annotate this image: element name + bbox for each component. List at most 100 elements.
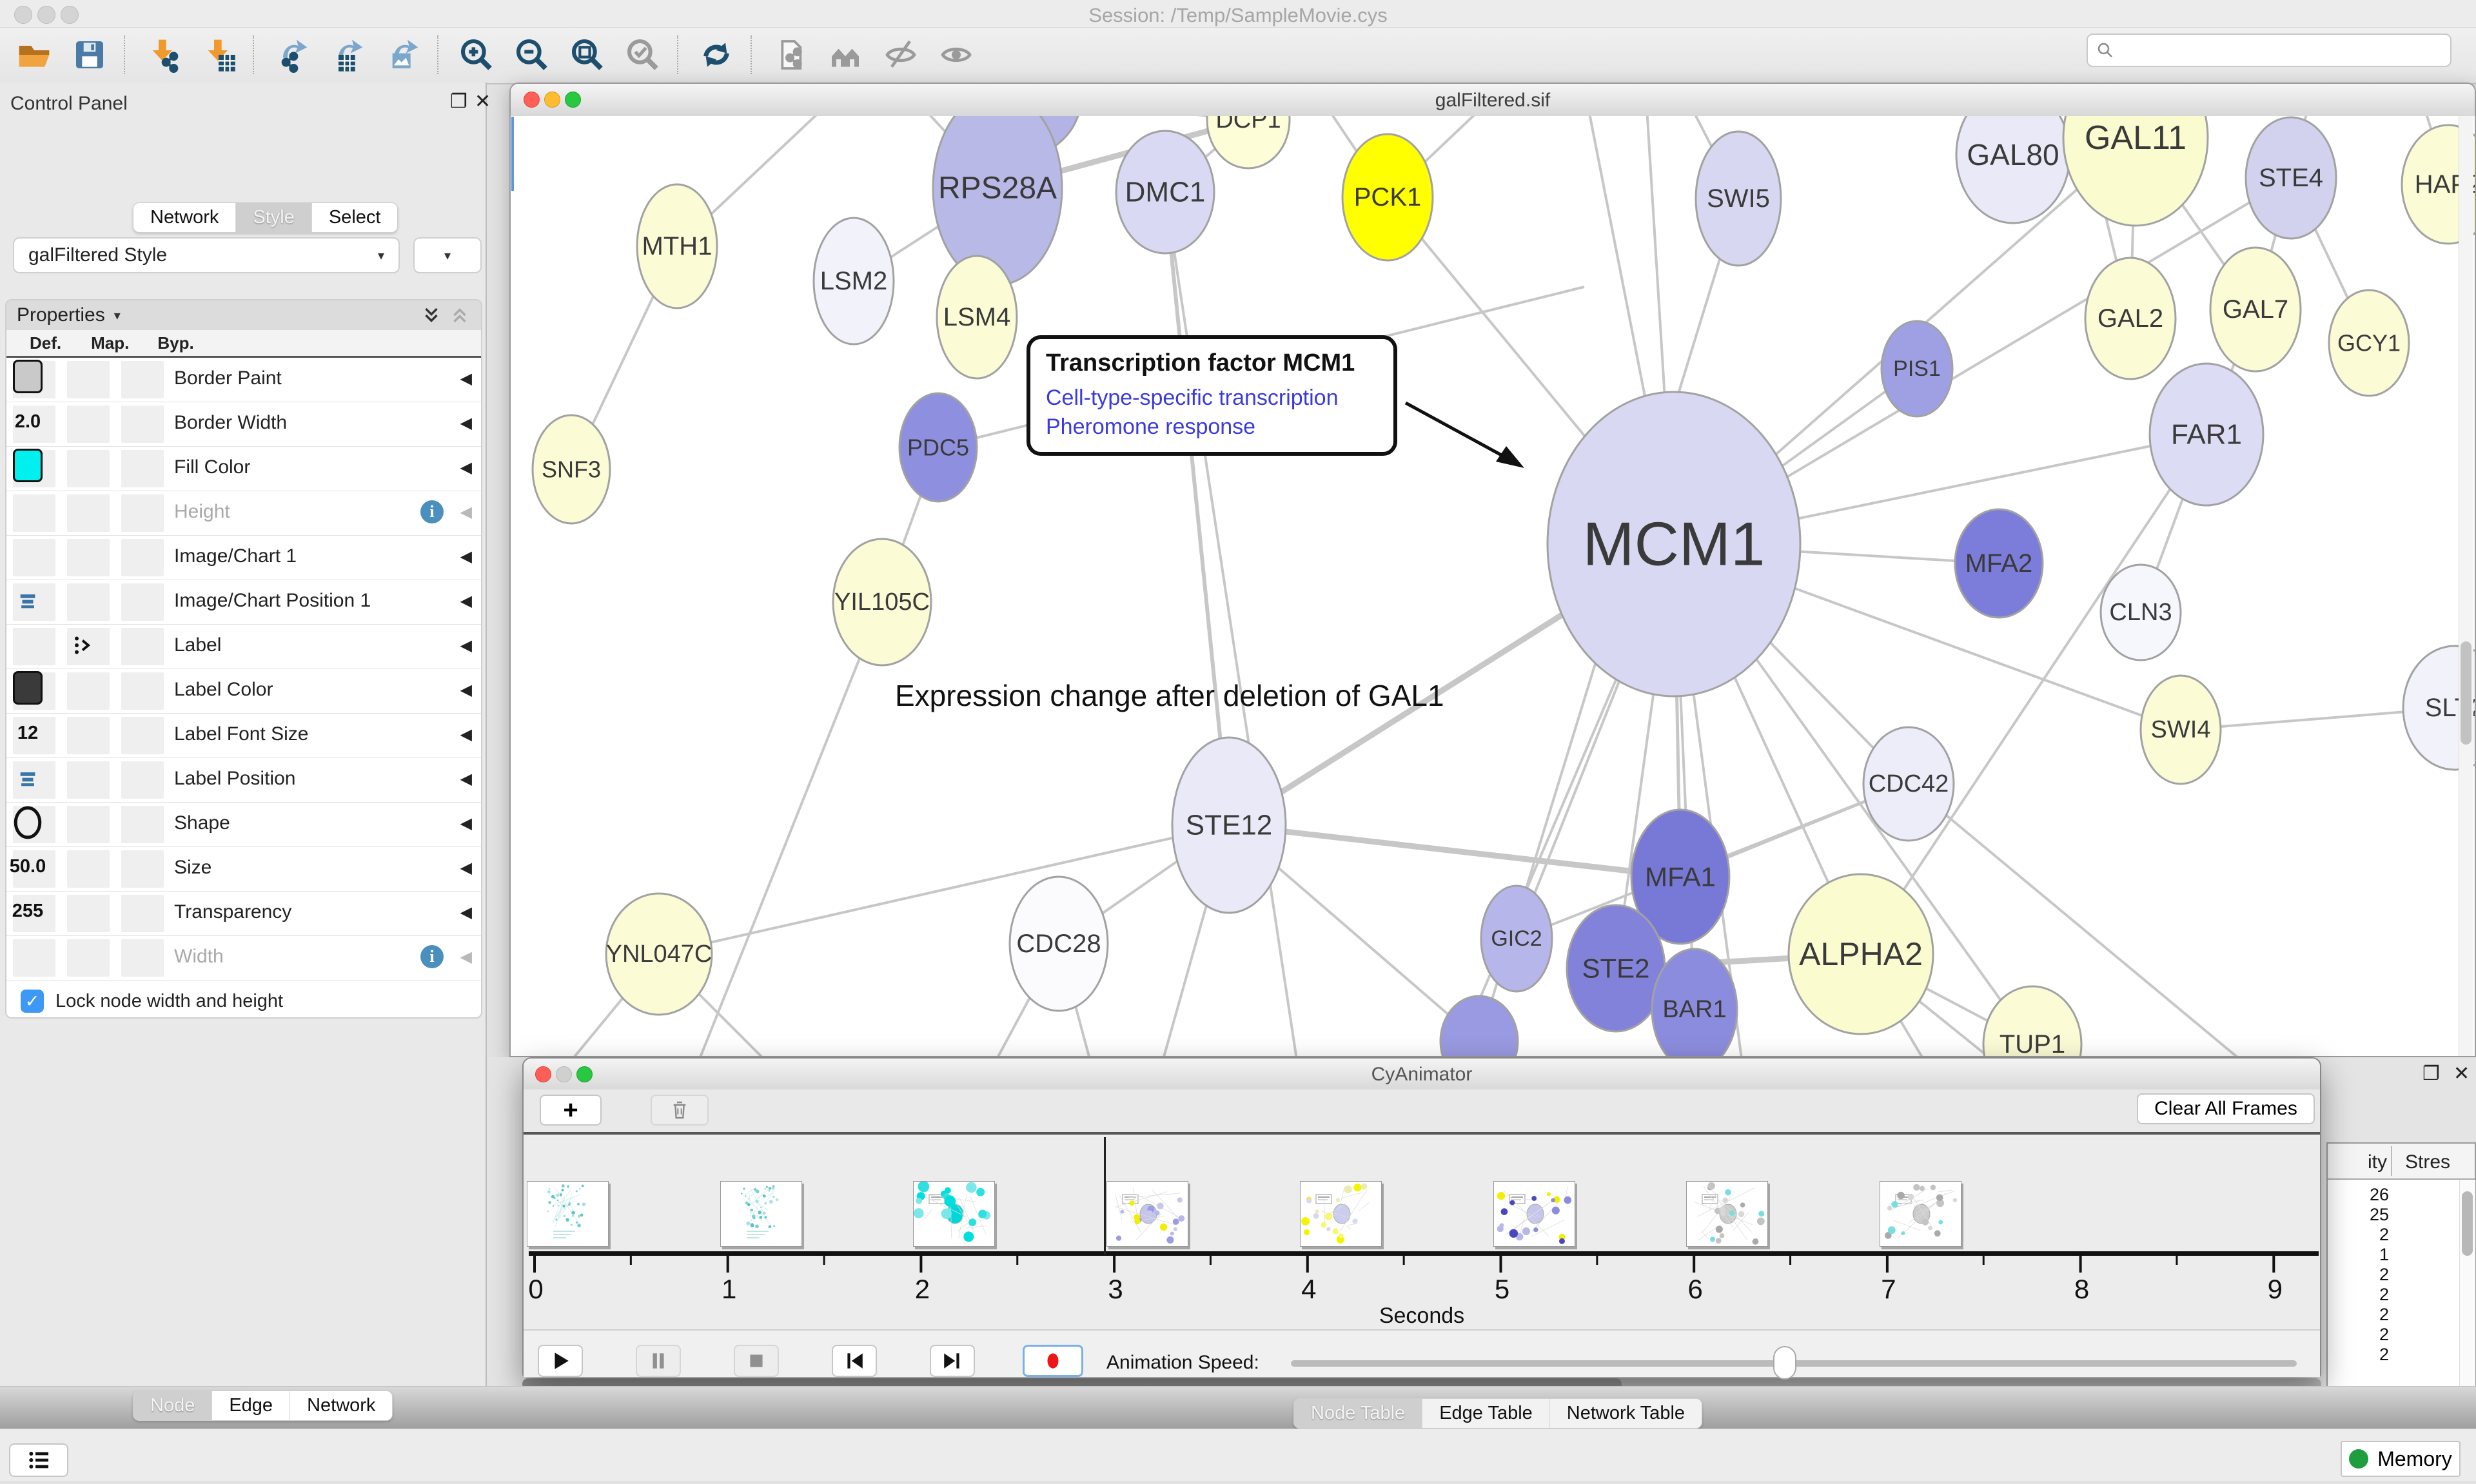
property-row-size[interactable]: 50.0Size◀ [6, 847, 481, 892]
property-row-transparency[interactable]: 255Transparency◀ [6, 892, 481, 936]
bypass-cell[interactable] [121, 761, 164, 799]
tab-network-table[interactable]: Network Table [1549, 1399, 1702, 1428]
mapping-cell[interactable] [67, 361, 110, 398]
record-button[interactable] [1023, 1345, 1083, 1377]
tab-network-panel[interactable]: Network [290, 1391, 392, 1420]
bypass-cell[interactable] [121, 361, 164, 398]
property-row-border-width[interactable]: 2.0Border Width◀ [6, 402, 481, 447]
info-icon[interactable]: i [420, 945, 444, 968]
mapping-cell[interactable] [67, 717, 110, 754]
color-swatch[interactable] [13, 671, 43, 705]
style-options-button[interactable]: ▾ [413, 237, 482, 273]
property-row-width[interactable]: Widthi◀ [6, 936, 481, 981]
network-node-cdc42[interactable]: CDC42 [1863, 727, 1954, 841]
table-cell[interactable]: 2 [2328, 1325, 2389, 1345]
bypass-cell[interactable] [121, 628, 164, 665]
birdseye-view-button[interactable] [820, 34, 870, 75]
show-details-button[interactable] [931, 34, 981, 75]
network-snapshot-button[interactable] [765, 34, 815, 75]
clear-all-frames-button[interactable]: Clear All Frames [2137, 1093, 2315, 1124]
expand-arrow-icon[interactable]: ◀ [460, 369, 472, 388]
cyanimator-titlebar[interactable]: CyAnimator [524, 1059, 2320, 1090]
bypass-cell[interactable] [121, 717, 164, 754]
network-node-gic2[interactable]: GIC2 [1481, 886, 1552, 991]
timeline-frame-7[interactable] [1880, 1181, 1961, 1247]
network-node-mcm1[interactable]: MCM1 [1548, 392, 1800, 696]
timeline-frame-5[interactable] [1493, 1181, 1575, 1247]
timeline-frame-3[interactable] [1106, 1181, 1188, 1247]
expand-arrow-icon[interactable]: ◀ [460, 770, 472, 788]
mapping-cell[interactable] [67, 672, 110, 710]
properties-header[interactable]: Properties ▾ [6, 300, 481, 330]
default-value-cell[interactable] [13, 539, 55, 576]
mapping-cell[interactable] [67, 850, 110, 888]
network-node-ste2[interactable]: STE2 [1567, 905, 1665, 1031]
timeline-ruler[interactable]: 0123456789 [524, 1248, 2323, 1303]
network-vertical-scrollbar[interactable] [2459, 116, 2473, 1056]
style-selector[interactable]: galFiltered Style ▾ [13, 237, 400, 273]
table-cell[interactable]: 2 [2328, 1345, 2389, 1365]
expand-arrow-icon[interactable]: ◀ [460, 636, 472, 655]
network-node-lsm4[interactable]: LSM4 [937, 256, 1017, 378]
expand-arrow-icon[interactable]: ◀ [460, 503, 472, 522]
bypass-cell[interactable] [121, 583, 164, 621]
import-network-button[interactable] [138, 34, 188, 75]
network-node-far1[interactable]: FAR1 [2150, 364, 2263, 505]
mapping-cell[interactable] [67, 539, 110, 576]
bypass-cell[interactable] [121, 895, 164, 932]
expand-arrow-icon[interactable]: ◀ [460, 948, 472, 966]
default-value-cell[interactable] [13, 628, 55, 665]
play-button[interactable] [538, 1345, 583, 1377]
expand-arrow-icon[interactable]: ◀ [460, 859, 472, 877]
network-node-bot1[interactable] [1440, 996, 1518, 1056]
property-row-label-position[interactable]: Label Position◀ [6, 758, 481, 803]
mapping-cell[interactable] [67, 761, 110, 799]
annotation-box[interactable]: Transcription factor MCM1 Cell-type-spec… [1027, 335, 1397, 456]
float-panel-icon[interactable]: ❐ [450, 90, 467, 113]
table-cell[interactable]: 2 [2328, 1285, 2389, 1305]
table-cell[interactable]: 26 [2328, 1185, 2389, 1205]
default-value-cell[interactable] [13, 494, 55, 532]
zoom-fit-button[interactable] [562, 34, 613, 75]
property-row-image-chart-position-1[interactable]: Image/Chart Position 1◀ [6, 580, 481, 625]
expand-arrow-icon[interactable]: ◀ [460, 725, 472, 744]
expand-arrow-icon[interactable]: ◀ [460, 592, 472, 610]
network-node-lsm2[interactable]: LSM2 [814, 218, 894, 344]
bypass-cell[interactable] [121, 672, 164, 710]
mapping-cell[interactable] [67, 494, 110, 532]
network-node-dcp1[interactable]: DCP1 [1207, 116, 1290, 168]
property-row-shape[interactable]: Shape◀ [6, 803, 481, 847]
network-node-yil105c[interactable]: YIL105C [833, 539, 931, 665]
zoom-in-button[interactable] [451, 34, 502, 75]
bypass-cell[interactable] [121, 850, 164, 888]
timeline-frame-0[interactable] [527, 1181, 609, 1247]
mapping-cell[interactable] [67, 583, 110, 621]
stop-button[interactable] [734, 1345, 779, 1377]
network-node-ynl047c[interactable]: YNL047C [606, 893, 712, 1015]
timeline-frame-4[interactable] [1300, 1181, 1382, 1247]
mapping-cell[interactable] [67, 405, 110, 443]
color-swatch[interactable] [13, 360, 43, 393]
network-node-swi4[interactable]: SWI4 [2141, 676, 2221, 784]
export-table-button[interactable] [322, 34, 373, 75]
bypass-cell[interactable] [121, 450, 164, 487]
expand-all-icon[interactable] [420, 304, 442, 326]
tab-edge-table[interactable]: Edge Table [1422, 1399, 1549, 1428]
bypass-cell[interactable] [121, 494, 164, 532]
bypass-cell[interactable] [121, 539, 164, 576]
expand-arrow-icon[interactable]: ◀ [460, 903, 472, 922]
timeline[interactable]: 0123456789 Seconds [524, 1137, 2320, 1329]
network-node-gal7[interactable]: GAL7 [2210, 248, 2301, 371]
export-image-button[interactable] [378, 34, 428, 75]
column-header[interactable]: ity [2328, 1151, 2387, 1173]
network-node-ste4[interactable]: STE4 [2246, 117, 2336, 239]
expand-arrow-icon[interactable]: ◀ [460, 547, 472, 566]
add-frame-button[interactable]: + [540, 1095, 602, 1126]
bypass-cell[interactable] [121, 405, 164, 443]
network-node-pck1[interactable]: PCK1 [1342, 134, 1433, 260]
bypass-cell[interactable] [121, 939, 164, 977]
tab-node-table[interactable]: Node Table [1294, 1399, 1422, 1428]
network-node-bar1[interactable]: BAR1 [1652, 949, 1737, 1056]
timeline-playhead[interactable] [1104, 1137, 1106, 1255]
tab-node[interactable]: Node [133, 1391, 211, 1420]
